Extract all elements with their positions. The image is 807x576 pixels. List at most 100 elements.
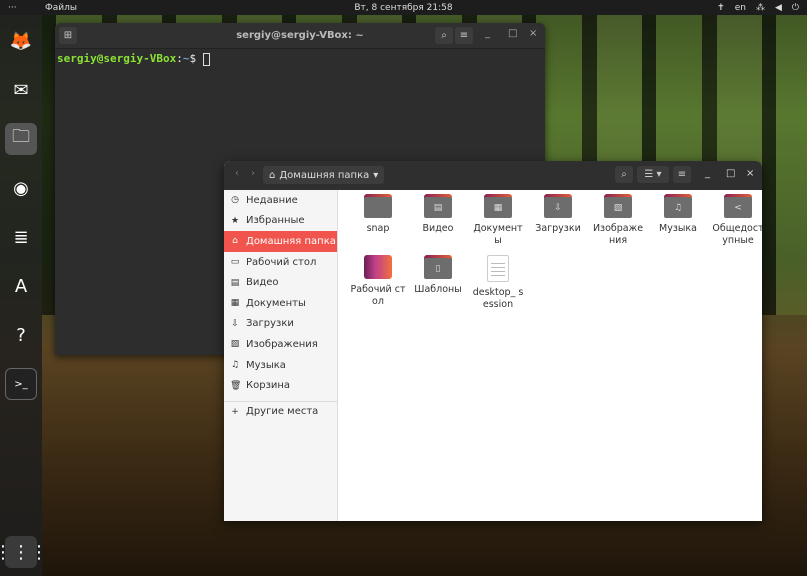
terminal-title: sergiy@sergiy-VBox: ~ [236,30,364,41]
chevron-down-icon[interactable]: ▾ [373,170,378,181]
menu-button[interactable]: ≡ [673,166,691,183]
file-label: Музыка [659,223,697,234]
sidebar-icon: ◷ [231,195,239,206]
thunderbird-icon[interactable]: ✉ [5,74,37,106]
file-label: desktop_ session [472,287,524,310]
sidebar-item-label: Документы [246,297,306,309]
new-tab-button[interactable]: ⊞ [59,27,77,44]
maximize-button[interactable]: □ [726,168,735,179]
file-label: Общедоступные [712,223,762,246]
sidebar-item[interactable]: ▤ Видео [224,272,337,293]
text-file-icon [487,255,509,282]
power-icon[interactable]: ⏻ [792,3,799,13]
file-grid: snap ▤ Видео ▦ Документы ⇩ Загрузки ▨ Изображени… [348,194,762,311]
file-item[interactable]: ▤ Видео [408,194,468,247]
help-icon[interactable]: ? [5,319,37,351]
sidebar-icon: ▦ [230,298,240,309]
folder-icon: ▦ [484,194,512,218]
file-item[interactable]: Рабочий стол [348,255,408,311]
file-label: snap [366,223,390,234]
sidebar-icon: + [231,406,239,417]
file-label: Шаблоны [414,284,462,295]
sidebar-item[interactable]: ▭ Рабочий стол [224,252,337,273]
files-icon[interactable]: 🗀 [5,123,37,155]
folder-icon: ▤ [424,194,452,218]
system-tray[interactable]: ✝ en ⁂ ◀ ⏻ [717,3,799,13]
sidebar-item[interactable]: ⇩ Загрузки [224,314,337,335]
app-menu[interactable]: Файлы [45,3,77,13]
sidebar-item[interactable]: 🗑 Корзина [224,375,337,396]
sidebar-icon: ▭ [230,257,240,268]
sidebar-item-label: Недавние [246,194,298,206]
forward-button[interactable]: › [244,165,262,182]
files-headerbar[interactable]: ‹ › ⌂ Домашняя папка ▾ ⌕ ☰ ▾ ≡ _ □ × [224,161,762,190]
location-breadcrumb[interactable]: ⌂ Домашняя папка ▾ [263,166,385,184]
network-icon[interactable]: ⁂ [756,3,765,13]
terminal-prompt[interactable]: sergiy@sergiy-VBox:~$ [55,49,545,69]
file-item[interactable]: ⇩ Загрузки [528,194,588,247]
dock: ⋮⋮⋮ 🦊 ✉ 🗀 ◉ ≣ A? >_ [0,15,48,576]
file-item[interactable]: snap [348,194,408,247]
firefox-icon[interactable]: 🦊 [5,25,37,57]
sidebar-icon: ⌂ [232,236,238,247]
sidebar-item[interactable]: ♫ Музыка [224,355,337,376]
software-icon[interactable]: A [5,270,37,302]
volume-icon[interactable]: ◀ [775,3,782,13]
rhythmbox-icon[interactable]: ◉ [5,172,37,204]
file-label: Рабочий стол [350,284,406,307]
sidebar-item-label: Рабочий стол [246,256,317,268]
folder-icon: ▯ [424,255,452,279]
sidebar-item[interactable]: ▨ Изображения [224,334,337,355]
sidebar-item-label: Корзина [246,380,291,392]
file-item[interactable]: < Общедоступные [708,194,762,247]
file-item[interactable]: ▦ Документы [468,194,528,247]
file-item[interactable]: ▨ Изображения [588,194,648,247]
minimize-button[interactable]: _ [705,168,710,179]
file-item[interactable]: ♫ Музыка [648,194,708,247]
sidebar-item-label: Загрузки [246,318,294,330]
sidebar-item[interactable]: ◷ Недавние [224,190,337,211]
maximize-button[interactable]: □ [508,28,517,39]
search-button[interactable]: ⌕ [435,27,453,44]
sidebar: ◷ Недавние ★ Избранные ⌂ Домашняя папка ▭ Рабоч… [224,190,338,521]
sidebar-icon: ▤ [230,277,240,288]
folder-icon: < [724,194,752,218]
activities-button[interactable]: ··· [8,3,17,13]
file-label: Документы [473,223,523,246]
sidebar-item[interactable]: ★ Избранные [224,211,337,232]
sidebar-item-label: Избранные [246,215,305,227]
close-button[interactable]: × [746,168,754,179]
search-button[interactable]: ⌕ [615,166,633,183]
writer-icon[interactable]: ≣ [5,221,37,253]
terminal-titlebar[interactable]: ⊞ sergiy@sergiy-VBox: ~ ⌕ ≡ _ □ × [55,23,545,49]
sidebar-item-label: Видео [246,277,279,289]
terminal-icon[interactable]: >_ [5,368,37,400]
desktop-folder-icon [364,255,392,279]
minimize-button[interactable]: _ [485,28,490,39]
sidebar-item[interactable]: + Другие места [224,400,337,422]
show-apps-button[interactable]: ⋮⋮⋮ [0,536,48,568]
accessibility-icon[interactable]: ✝ [717,3,725,13]
home-icon: ⌂ [269,169,276,181]
sidebar-item-label: Изображения [246,338,318,350]
files-window[interactable]: ‹ › ⌂ Домашняя папка ▾ ⌕ ☰ ▾ ≡ _ □ × ◷ Неда… [224,161,762,521]
file-item[interactable]: ▯ Шаблоны [408,255,468,311]
keyboard-layout[interactable]: en [735,3,746,13]
folder-icon: ♫ [664,194,692,218]
sidebar-icon: ♫ [230,360,240,371]
top-bar: ··· Файлы Вт, 8 сентября 21:58 ✝ en ⁂ ◀ … [0,0,807,15]
folder-icon: ▨ [604,194,632,218]
file-item[interactable]: desktop_ session [468,255,528,311]
sidebar-icon: ▨ [230,339,240,350]
sidebar-item[interactable]: ⌂ Домашняя папка [224,231,337,252]
view-options-button[interactable]: ☰ ▾ [637,166,669,183]
file-label: Изображения [592,223,644,246]
sidebar-icon: ⇩ [231,318,239,329]
close-button[interactable]: × [529,28,537,39]
sidebar-icon: 🗑 [230,380,242,391]
file-label: Загрузки [535,223,581,234]
folder-icon [364,194,392,218]
menu-button[interactable]: ≡ [455,27,473,44]
clock[interactable]: Вт, 8 сентября 21:58 [354,3,452,13]
sidebar-item[interactable]: ▦ Документы [224,293,337,314]
